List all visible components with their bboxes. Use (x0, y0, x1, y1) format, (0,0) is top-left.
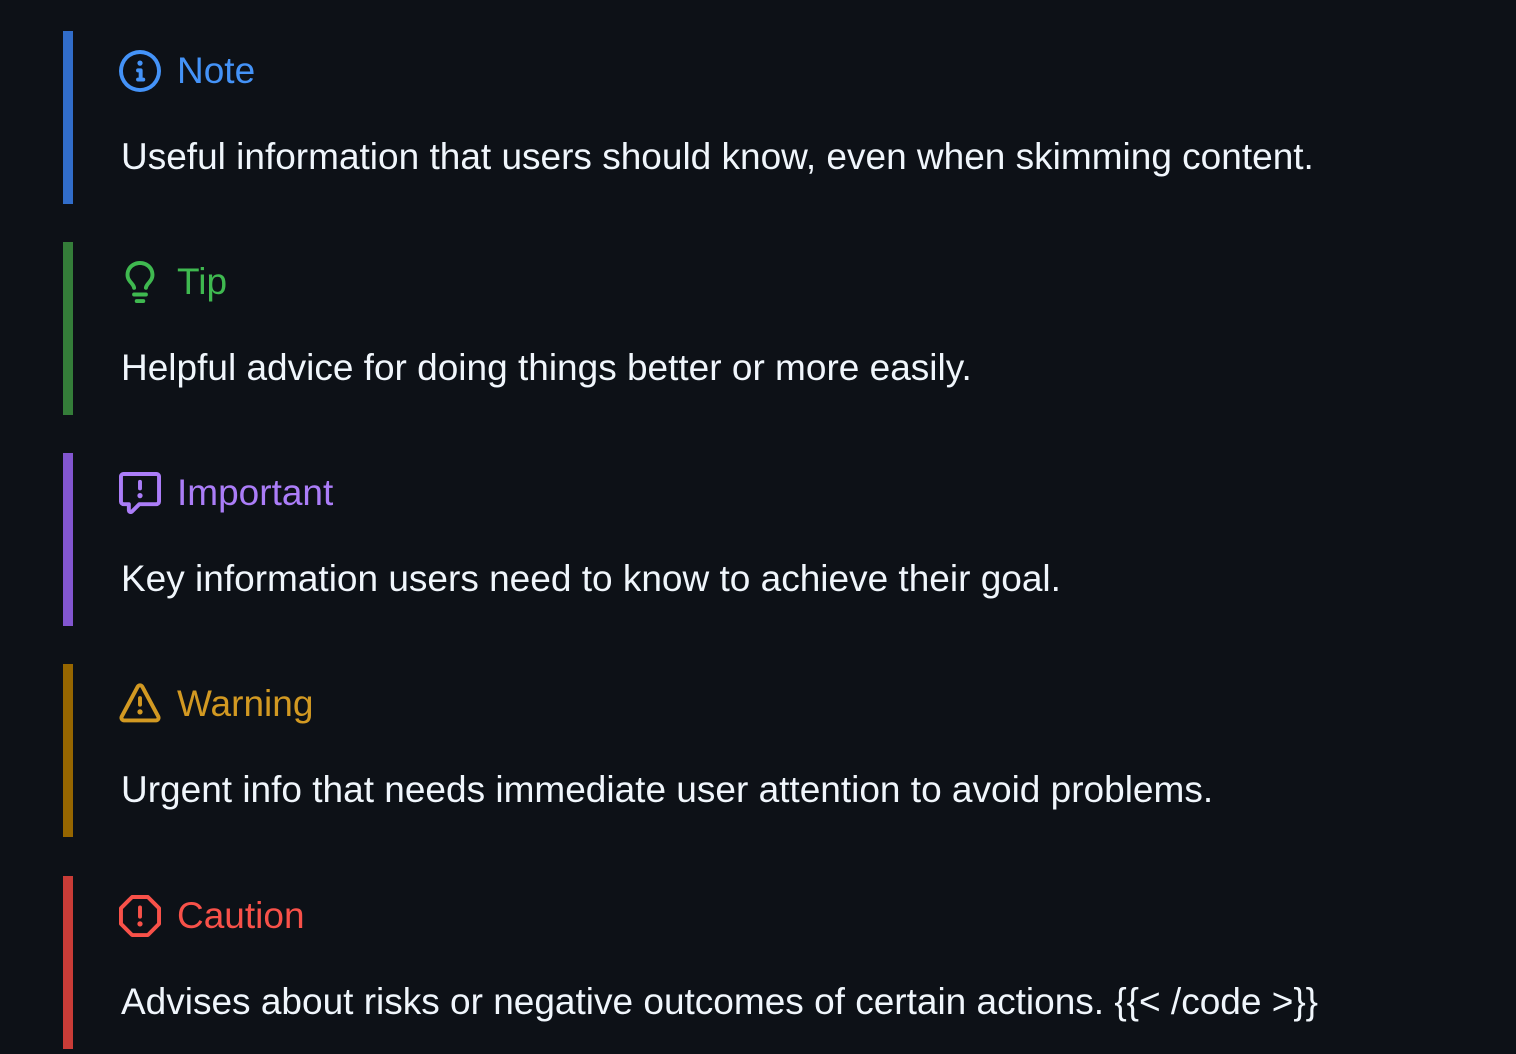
alert-title: Tip (119, 260, 227, 304)
alert-title-text: Caution (177, 895, 305, 936)
alert-caution: Caution Advises about risks or negative … (63, 876, 1483, 1049)
info-icon (119, 50, 161, 92)
alert-body: Key information users need to know to ac… (121, 558, 1061, 599)
alert-tip: Tip Helpful advice for doing things bett… (63, 242, 1483, 415)
alert-title: Caution (119, 894, 305, 938)
alert-note: Note Useful information that users shoul… (63, 31, 1483, 204)
alert-body: Advises about risks or negative outcomes… (121, 981, 1319, 1022)
alert-warning: Warning Urgent info that needs immediate… (63, 664, 1483, 837)
alert-title-text: Important (177, 472, 334, 513)
alert-title-text: Warning (177, 683, 314, 724)
lightbulb-icon (119, 261, 161, 303)
stop-icon (119, 895, 161, 937)
alert-title-text: Tip (177, 261, 228, 302)
alert-triangle-icon (119, 683, 161, 725)
alert-title-text: Note (177, 50, 256, 91)
alert-body: Urgent info that needs immediate user at… (121, 769, 1214, 810)
alert-title: Important (119, 471, 333, 515)
report-icon (119, 472, 161, 514)
alert-body: Helpful advice for doing things better o… (121, 347, 972, 388)
alert-title: Note (119, 49, 255, 93)
alert-important: Important Key information users need to … (63, 453, 1483, 626)
alert-body: Useful information that users should kno… (121, 136, 1314, 177)
alert-title: Warning (119, 682, 313, 726)
